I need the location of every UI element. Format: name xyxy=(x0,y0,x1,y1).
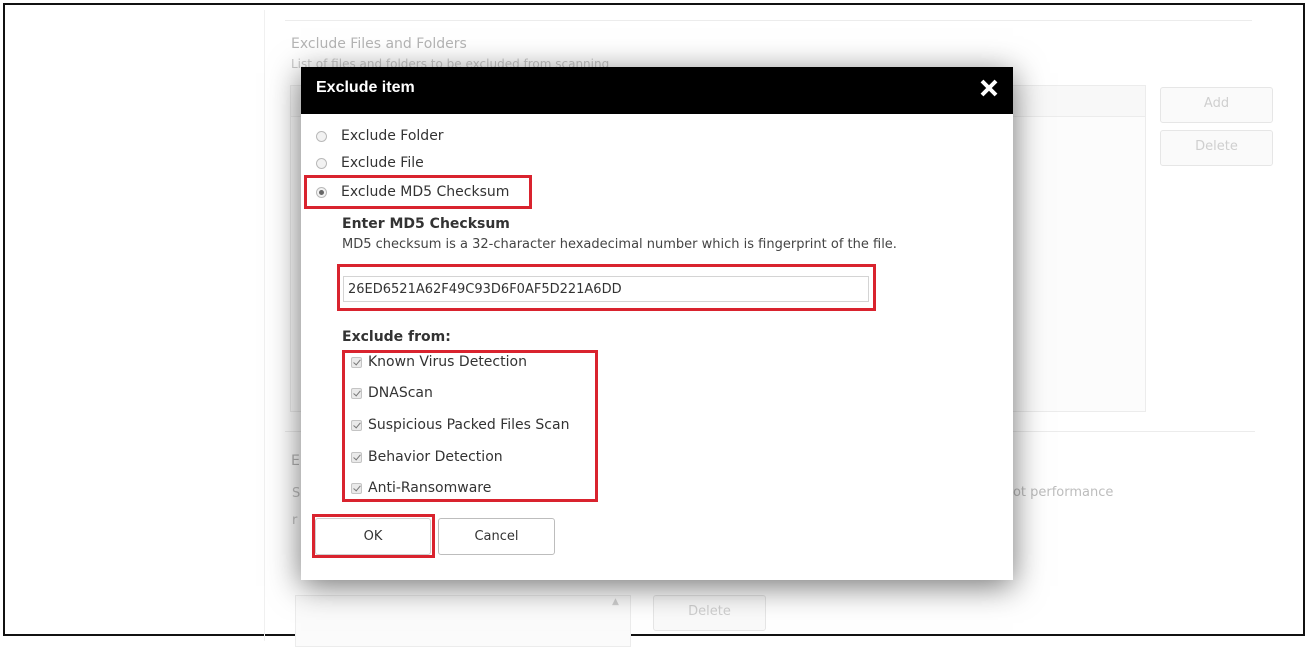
highlight-box xyxy=(312,514,435,558)
section2-description: oot performance xyxy=(1005,485,1114,500)
radio-button[interactable] xyxy=(316,130,327,142)
radio-exclude-folder[interactable]: Exclude Folder xyxy=(316,128,444,144)
scroll-up-icon[interactable]: ▲ xyxy=(612,597,619,607)
close-icon[interactable] xyxy=(979,78,999,98)
exclude-from-label: Exclude from: xyxy=(342,329,451,345)
radio-button[interactable] xyxy=(316,157,327,169)
highlight-box xyxy=(342,350,598,502)
add-button[interactable]: Add xyxy=(1160,87,1273,123)
highlight-box xyxy=(337,264,876,311)
section2-text-fragment: S xyxy=(292,486,301,501)
divider xyxy=(264,10,265,641)
cancel-button[interactable]: Cancel xyxy=(438,518,555,555)
md5-field-label: Enter MD5 Checksum xyxy=(342,216,510,232)
md5-field-description: MD5 checksum is a 32-character hexadecim… xyxy=(342,237,897,252)
divider xyxy=(285,20,1252,21)
radio-label: Exclude Folder xyxy=(341,128,444,144)
dialog-title: Exclude item xyxy=(316,79,415,96)
dialog-header: Exclude item xyxy=(301,67,1013,114)
exclude-item-dialog: Exclude item Exclude Folder Exclude File… xyxy=(301,67,1013,580)
radio-exclude-file[interactable]: Exclude File xyxy=(316,155,424,171)
second-list[interactable] xyxy=(295,595,631,647)
radio-label: Exclude File xyxy=(341,155,424,171)
section2-title: E xyxy=(291,453,300,469)
delete-button[interactable]: Delete xyxy=(1160,130,1273,166)
highlight-box xyxy=(304,175,532,209)
section-title: Exclude Files and Folders xyxy=(291,36,467,52)
section2-text-fragment: r xyxy=(292,513,298,528)
delete-button-2[interactable]: Delete xyxy=(653,595,766,631)
